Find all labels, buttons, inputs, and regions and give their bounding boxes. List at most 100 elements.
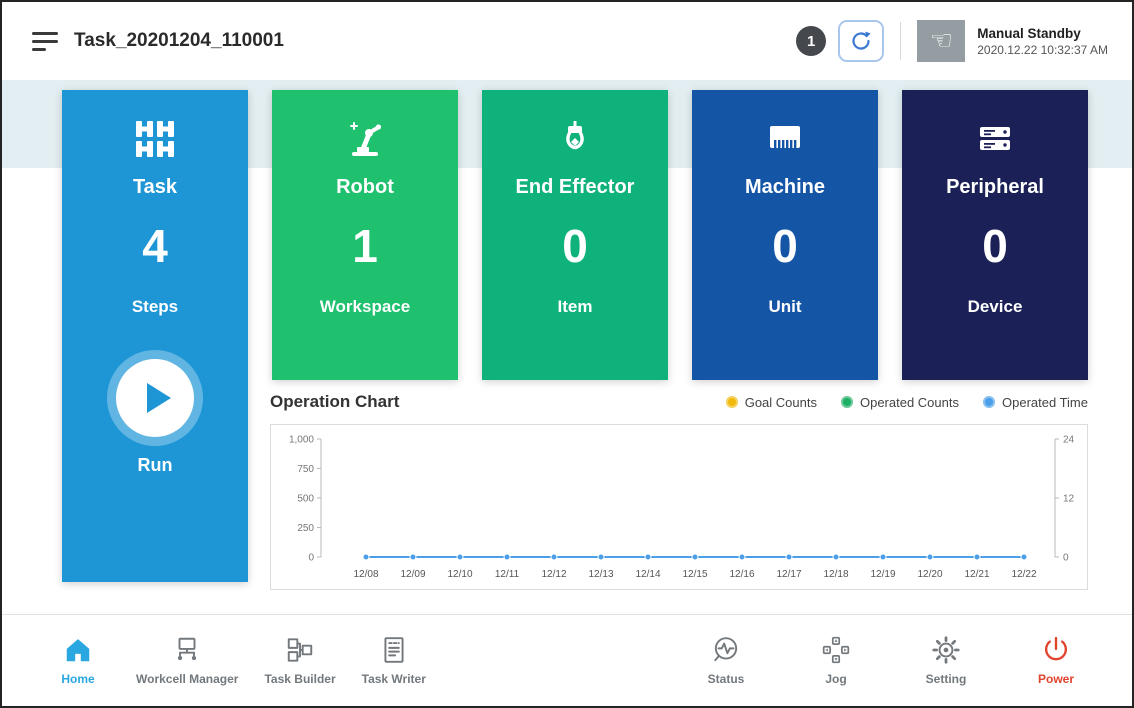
card-title: Machine (745, 176, 825, 199)
card-value: 0 (982, 219, 1008, 273)
card-title: Robot (336, 176, 394, 199)
card-value: 0 (562, 219, 588, 273)
card-value: 4 (142, 219, 168, 273)
task-writer-icon (379, 635, 409, 665)
legend-operated-time: Operated Time (983, 395, 1088, 410)
card-unit: Item (558, 297, 593, 317)
hand-icon: ☜ (930, 28, 953, 54)
legend-label: Operated Counts (860, 395, 959, 410)
svg-text:12/09: 12/09 (400, 569, 425, 580)
play-icon (147, 383, 171, 413)
card-unit: Workspace (320, 297, 410, 317)
nav-item-jog[interactable]: Jog (804, 635, 868, 686)
svg-text:750: 750 (297, 464, 314, 475)
nav-item-status[interactable]: Status (694, 635, 758, 686)
goal-counts-dot-icon (726, 396, 738, 408)
nav-item-task-writer[interactable]: Task Writer (362, 635, 426, 686)
task-icon (133, 116, 177, 162)
svg-text:12/19: 12/19 (870, 569, 895, 580)
svg-text:0: 0 (308, 553, 314, 564)
operation-chart-svg: 0 250 500 750 1,000 0 12 24 12/08 12/09 12/10 12/11… (271, 425, 1087, 589)
svg-text:500: 500 (297, 494, 314, 505)
nav-label: Jog (825, 672, 846, 686)
chart-title: Operation Chart (270, 392, 399, 412)
card-title: Task (133, 176, 177, 199)
task-builder-icon (285, 635, 315, 665)
card-value: 0 (772, 219, 798, 273)
gripper-icon (553, 116, 597, 162)
card-unit: Steps (132, 297, 178, 317)
mode-status: Manual Standby 2020.12.22 10:32:37 AM (977, 26, 1108, 57)
server-stack-icon (973, 116, 1017, 162)
app-frame: Task_20201204_110001 1 ☜ Manual Standby … (0, 0, 1134, 708)
operated-counts-dot-icon (841, 396, 853, 408)
nav-item-task-builder[interactable]: Task Builder (264, 635, 335, 686)
nav-label: Workcell Manager (136, 672, 238, 686)
nav-label: Home (61, 672, 94, 686)
workcell-manager-icon (172, 635, 202, 665)
run-label: Run (138, 455, 173, 476)
menu-icon[interactable] (32, 32, 58, 51)
header-divider (900, 22, 901, 60)
legend-label: Goal Counts (745, 395, 817, 410)
svg-text:12/18: 12/18 (823, 569, 848, 580)
svg-text:12/12: 12/12 (541, 569, 566, 580)
svg-text:12/22: 12/22 (1011, 569, 1036, 580)
card-value: 1 (352, 219, 378, 273)
svg-text:12/21: 12/21 (964, 569, 989, 580)
bottom-nav: Home Workcell Manager (2, 614, 1132, 706)
repeat-button[interactable] (838, 20, 884, 62)
svg-text:12/13: 12/13 (588, 569, 613, 580)
operated-time-dot-icon (983, 396, 995, 408)
svg-text:12: 12 (1063, 494, 1075, 505)
nav-label: Task Writer (362, 672, 426, 686)
svg-text:12/20: 12/20 (917, 569, 942, 580)
svg-text:12/17: 12/17 (776, 569, 801, 580)
mode-label: Manual Standby (977, 26, 1108, 41)
card-robot[interactable]: Robot 1 Workspace (272, 90, 458, 380)
home-icon (63, 635, 93, 665)
gear-icon (931, 635, 961, 665)
machine-icon (763, 116, 807, 162)
card-machine[interactable]: Machine 0 Unit (692, 90, 878, 380)
nav-label: Setting (926, 672, 967, 686)
nav-item-setting[interactable]: Setting (914, 635, 978, 686)
operation-chart-section: Operation Chart Goal Counts Operated Cou… (270, 392, 1088, 590)
legend-label: Operated Time (1002, 395, 1088, 410)
svg-text:250: 250 (297, 523, 314, 534)
chart-legend: Goal Counts Operated Counts Operated Tim… (726, 395, 1088, 410)
status-icon (711, 635, 741, 665)
page-title: Task_20201204_110001 (74, 30, 284, 52)
card-unit: Unit (768, 297, 801, 317)
svg-text:12/14: 12/14 (635, 569, 660, 580)
card-unit: Device (968, 297, 1023, 317)
manual-mode-button[interactable]: ☜ (917, 20, 965, 62)
nav-label: Power (1038, 672, 1074, 686)
svg-text:12/15: 12/15 (682, 569, 707, 580)
svg-text:12/10: 12/10 (447, 569, 472, 580)
svg-text:0: 0 (1063, 553, 1069, 564)
rotate-icon (849, 29, 873, 53)
nav-item-workcell-manager[interactable]: Workcell Manager (136, 635, 238, 686)
header: Task_20201204_110001 1 ☜ Manual Standby … (2, 2, 1132, 80)
card-title: Peripheral (946, 176, 1044, 199)
nav-item-power[interactable]: Power (1024, 635, 1088, 686)
jog-icon (821, 635, 851, 665)
card-title: End Effector (516, 176, 635, 199)
svg-text:12/08: 12/08 (353, 569, 378, 580)
card-end-effector[interactable]: End Effector 0 Item (482, 90, 668, 380)
legend-operated-counts: Operated Counts (841, 395, 959, 410)
nav-label: Status (708, 672, 745, 686)
run-button[interactable] (116, 359, 194, 437)
svg-text:12/11: 12/11 (495, 569, 520, 580)
nav-item-home[interactable]: Home (46, 635, 110, 686)
svg-text:1,000: 1,000 (289, 435, 314, 446)
operation-chart: 0 250 500 750 1,000 0 12 24 12/08 12/09 12/10 12/11… (270, 424, 1088, 590)
notification-badge: 1 (796, 26, 826, 56)
card-task[interactable]: Task 4 Steps Run (62, 90, 248, 582)
robot-icon (343, 116, 387, 162)
card-peripheral[interactable]: Peripheral 0 Device (902, 90, 1088, 380)
power-icon (1041, 635, 1071, 665)
legend-goal-counts: Goal Counts (726, 395, 817, 410)
svg-text:24: 24 (1063, 435, 1075, 446)
